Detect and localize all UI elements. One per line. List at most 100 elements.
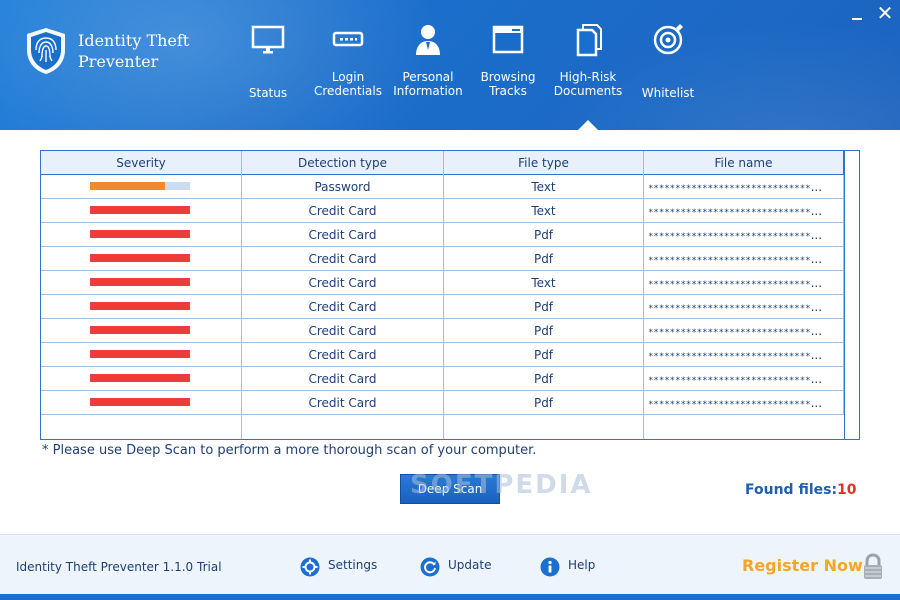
register-now-link[interactable]: Register Now <box>742 556 863 575</box>
file-name-ellipsis: ... <box>810 252 823 266</box>
detection-type-cell: Credit Card <box>242 391 444 415</box>
update-label: Update <box>448 558 492 572</box>
app-title-line2: Preventer <box>78 52 159 71</box>
file-name-masked: ****************************** <box>648 184 811 194</box>
browser-window-icon <box>492 25 524 54</box>
file-name-cell: ******************************... <box>644 295 844 319</box>
table-row[interactable]: Credit Card Pdf **************************… <box>41 223 859 247</box>
detection-type-cell: Credit Card <box>242 223 444 247</box>
severity-bar-fill <box>90 374 190 382</box>
severity-bar <box>90 230 190 238</box>
column-header-detection-type[interactable]: Detection type <box>242 151 444 175</box>
detection-type-cell: Password <box>242 175 444 199</box>
severity-cell <box>41 175 242 199</box>
file-name-masked: ****************************** <box>648 208 811 218</box>
detection-type-cell: Credit Card <box>242 343 444 367</box>
tab-highrisk-label-1: High-Risk <box>559 70 617 84</box>
file-type-cell: Pdf <box>444 343 644 367</box>
severity-bar-fill <box>90 182 165 190</box>
tab-browsing-tracks[interactable]: Browsing Tracks <box>468 22 548 112</box>
file-type-cell: Pdf <box>444 295 644 319</box>
tab-login-credentials[interactable]: Login Credentials <box>308 22 388 112</box>
tab-whitelist[interactable]: Whitelist <box>628 22 708 112</box>
severity-bar-fill <box>90 302 190 310</box>
table-row[interactable]: Credit Card Pdf **************************… <box>41 367 859 391</box>
severity-bar-fill <box>90 398 190 406</box>
severity-bar <box>90 206 190 214</box>
severity-cell <box>41 295 242 319</box>
table-row[interactable]: Credit Card Text *************************… <box>41 271 859 295</box>
file-name-cell: ******************************... <box>644 319 844 343</box>
table-row[interactable]: Credit Card Pdf **************************… <box>41 391 859 415</box>
file-name-cell: ******************************... <box>644 271 844 295</box>
info-icon <box>540 557 560 577</box>
severity-bar <box>90 374 190 382</box>
detection-type-cell: Credit Card <box>242 295 444 319</box>
column-header-file-type[interactable]: File type <box>444 151 644 175</box>
table-header: Severity Detection type File type File n… <box>41 151 859 175</box>
app-title-line1: Identity Theft <box>78 31 190 50</box>
severity-cell <box>41 391 242 415</box>
column-header-severity[interactable]: Severity <box>41 151 242 175</box>
minimize-button[interactable] <box>848 4 866 22</box>
file-name-cell: ******************************... <box>644 247 844 271</box>
severity-bar <box>90 182 190 190</box>
password-field-icon <box>332 31 364 47</box>
settings-label: Settings <box>328 558 378 572</box>
column-divider <box>443 151 444 439</box>
table-row[interactable]: Credit Card Text *************************… <box>41 199 859 223</box>
file-name-masked: ****************************** <box>648 352 811 362</box>
table-row[interactable]: Credit Card Pdf **************************… <box>41 343 859 367</box>
severity-bar-fill <box>90 350 190 358</box>
file-type-cell: Text <box>444 271 644 295</box>
severity-cell <box>41 343 242 367</box>
documents-icon <box>576 24 602 57</box>
tab-status[interactable]: Status <box>228 22 308 112</box>
severity-cell <box>41 223 242 247</box>
detection-type-cell: Credit Card <box>242 319 444 343</box>
severity-bar-fill <box>90 206 190 214</box>
file-type-cell: Pdf <box>444 367 644 391</box>
detection-type-cell: Credit Card <box>242 367 444 391</box>
table-row[interactable]: Credit Card Pdf **************************… <box>41 247 859 271</box>
tab-whitelist-label-2: Whitelist <box>641 86 695 100</box>
tab-status-label-2: Status <box>248 86 288 100</box>
severity-cell <box>41 271 242 295</box>
file-type-cell: Pdf <box>444 223 644 247</box>
gear-icon <box>300 557 320 577</box>
close-button[interactable]: ✕ <box>874 2 896 24</box>
file-type-cell: Text <box>444 175 644 199</box>
severity-bar-fill <box>90 254 190 262</box>
found-files-label: Found files: <box>745 482 838 498</box>
target-disc-icon <box>653 24 683 55</box>
file-name-ellipsis: ... <box>810 204 823 218</box>
severity-bar-fill <box>90 230 190 238</box>
file-type-cell: Text <box>444 199 644 223</box>
file-name-ellipsis: ... <box>810 348 823 362</box>
file-name-cell: ******************************... <box>644 391 844 415</box>
tab-highrisk-label-2: Documents <box>553 84 623 98</box>
file-name-ellipsis: ... <box>810 276 823 290</box>
tab-personal-information[interactable]: Personal Information <box>388 22 468 112</box>
file-name-masked: ****************************** <box>648 328 811 338</box>
file-name-masked: ****************************** <box>648 376 811 386</box>
column-divider <box>241 151 242 439</box>
column-header-file-name[interactable]: File name <box>644 151 844 175</box>
file-name-cell: ******************************... <box>644 223 844 247</box>
header-bar: Identity Theft Preventer Status Login Cr… <box>0 0 900 130</box>
file-name-ellipsis: ... <box>810 228 823 242</box>
table-scrollbar[interactable] <box>844 151 859 439</box>
severity-bar <box>90 326 190 334</box>
file-name-masked: ****************************** <box>648 304 811 314</box>
table-row[interactable]: Credit Card Pdf **************************… <box>41 319 859 343</box>
file-name-cell: ******************************... <box>644 199 844 223</box>
file-name-masked: ****************************** <box>648 232 811 242</box>
deep-scan-button[interactable]: Deep Scan <box>400 474 500 504</box>
table-row[interactable]: Password Text ****************************… <box>41 175 859 199</box>
file-name-ellipsis: ... <box>810 396 823 410</box>
table-row[interactable]: Credit Card Pdf **************************… <box>41 295 859 319</box>
app-title: Identity Theft Preventer <box>78 30 228 72</box>
file-type-cell: Pdf <box>444 391 644 415</box>
tab-high-risk-documents[interactable]: High-Risk Documents <box>548 22 628 112</box>
footer-bar: Identity Theft Preventer 1.1.0 Trial Set… <box>0 534 900 600</box>
